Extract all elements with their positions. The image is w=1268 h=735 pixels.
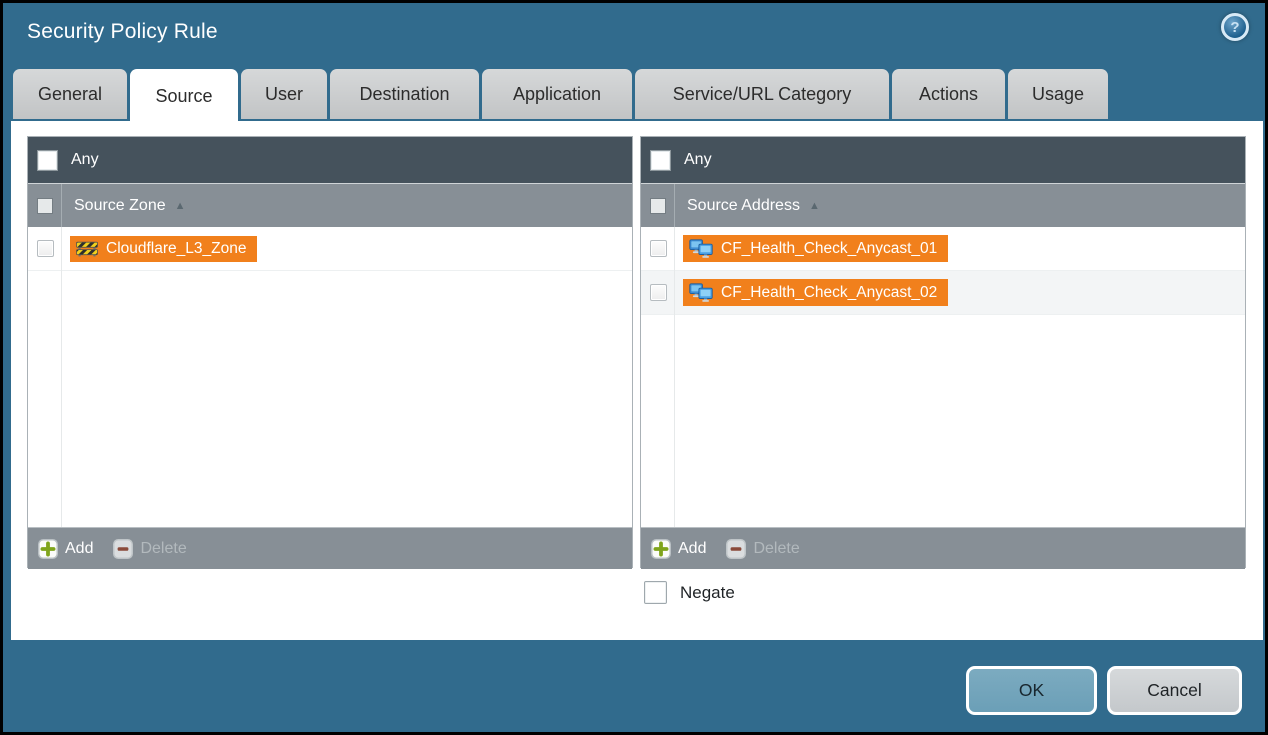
ok-button[interactable]: OK — [966, 666, 1097, 715]
tab-actions[interactable]: Actions — [892, 69, 1005, 119]
add-label: Add — [678, 540, 706, 558]
plus-icon — [38, 539, 58, 559]
source-zone-any-header: Any — [28, 137, 632, 183]
delete-button[interactable]: Delete — [726, 539, 799, 559]
source-address-rows: CF_Health_Check_Anycast_01 — [641, 227, 1245, 527]
tab-source[interactable]: Source — [130, 69, 238, 124]
minus-icon — [113, 539, 133, 559]
title-bar: Security Policy Rule ? — [3, 3, 1265, 65]
source-tab-content: Any Source Zone ▲ — [11, 121, 1263, 640]
source-zone-select-all-checkbox[interactable] — [37, 198, 53, 214]
source-address-any-checkbox[interactable] — [650, 150, 671, 171]
address-name: CF_Health_Check_Anycast_01 — [721, 240, 937, 258]
row-checkbox[interactable] — [37, 240, 54, 257]
delete-button[interactable]: Delete — [113, 539, 186, 559]
tab-bar: General Source User Destination Applicat… — [13, 69, 1108, 124]
add-button[interactable]: Add — [38, 539, 93, 559]
sort-asc-icon: ▲ — [175, 200, 186, 212]
source-zone-any-checkbox[interactable] — [37, 150, 58, 171]
negate-label: Negate — [680, 583, 735, 603]
column-divider — [61, 227, 62, 527]
add-button[interactable]: Add — [651, 539, 706, 559]
tab-service-url-category[interactable]: Service/URL Category — [635, 69, 889, 119]
zone-icon — [76, 240, 98, 257]
tab-usage[interactable]: Usage — [1008, 69, 1108, 119]
add-label: Add — [65, 540, 93, 558]
column-header-label: Source Zone — [74, 197, 166, 215]
table-row[interactable]: CF_Health_Check_Anycast_02 — [641, 271, 1245, 315]
any-label: Any — [71, 151, 99, 169]
source-address-column-header[interactable]: Source Address ▲ — [641, 183, 1245, 227]
column-header-label: Source Address — [687, 197, 800, 215]
delete-label: Delete — [140, 540, 186, 558]
sort-asc-icon: ▲ — [809, 200, 820, 212]
source-address-footer: Add Delete — [641, 527, 1245, 569]
row-checkbox[interactable] — [650, 284, 667, 301]
help-glyph: ? — [1230, 19, 1239, 36]
address-chip[interactable]: CF_Health_Check_Anycast_02 — [683, 279, 948, 306]
row-checkbox[interactable] — [650, 240, 667, 257]
negate-control: Negate — [644, 581, 735, 604]
tab-application[interactable]: Application — [482, 69, 632, 119]
select-all-cell — [28, 184, 62, 227]
zone-name: Cloudflare_L3_Zone — [106, 240, 246, 258]
source-zone-rows: Cloudflare_L3_Zone — [28, 227, 632, 527]
help-icon[interactable]: ? — [1221, 13, 1249, 41]
cancel-button[interactable]: Cancel — [1107, 666, 1242, 715]
source-address-panel: Any Source Address ▲ — [640, 136, 1246, 568]
negate-checkbox[interactable] — [644, 581, 667, 604]
source-zone-footer: Add Delete — [28, 527, 632, 569]
tab-destination[interactable]: Destination — [330, 69, 479, 119]
source-zone-panel: Any Source Zone ▲ — [27, 136, 633, 568]
address-icon — [689, 239, 713, 258]
tab-general[interactable]: General — [13, 69, 127, 119]
source-zone-column-header[interactable]: Source Zone ▲ — [28, 183, 632, 227]
address-icon — [689, 283, 713, 302]
select-all-cell — [641, 184, 675, 227]
any-label: Any — [684, 151, 712, 169]
plus-icon — [651, 539, 671, 559]
table-row[interactable]: Cloudflare_L3_Zone — [28, 227, 632, 271]
source-address-any-header: Any — [641, 137, 1245, 183]
tab-user[interactable]: User — [241, 69, 327, 119]
dialog-title: Security Policy Rule — [27, 20, 218, 44]
delete-label: Delete — [753, 540, 799, 558]
address-chip[interactable]: CF_Health_Check_Anycast_01 — [683, 235, 948, 262]
column-divider — [674, 227, 675, 527]
minus-icon — [726, 539, 746, 559]
zone-chip[interactable]: Cloudflare_L3_Zone — [70, 236, 257, 262]
table-row[interactable]: CF_Health_Check_Anycast_01 — [641, 227, 1245, 271]
source-address-select-all-checkbox[interactable] — [650, 198, 666, 214]
address-name: CF_Health_Check_Anycast_02 — [721, 284, 937, 302]
security-policy-rule-dialog: Security Policy Rule ? General Source Us… — [3, 3, 1265, 732]
